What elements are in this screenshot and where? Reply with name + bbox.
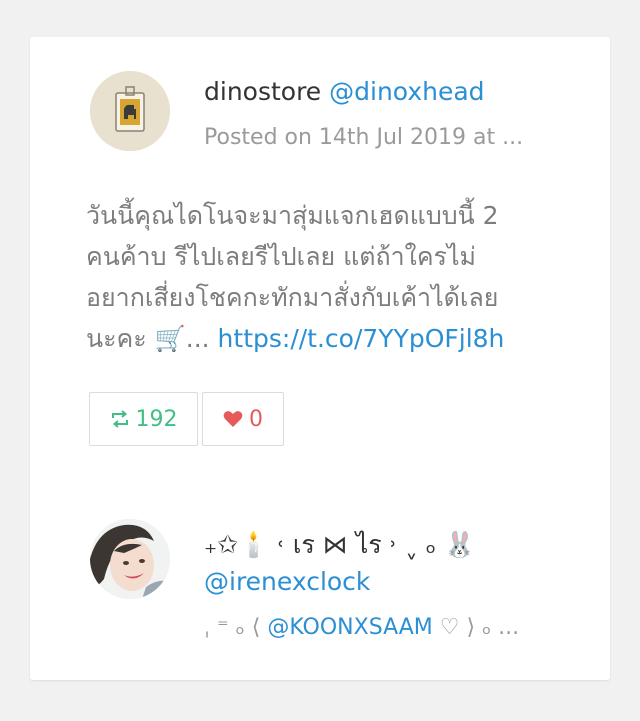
avatar[interactable]	[90, 519, 170, 599]
tweet-body: วันนี้คุณไดโนจะมาสุ่มแจกเฮดแบบนี้ 2 คนค้…	[86, 195, 556, 359]
tweet-body-line: วันนี้คุณไดโนจะมาสุ่มแจกเฮดแบบนี้ 2	[86, 201, 499, 230]
heart-icon	[223, 410, 243, 428]
avatar[interactable]	[90, 71, 170, 151]
bio-prefix: ˌ ⁼ ₒ ⟨	[204, 615, 261, 640]
retweet-button[interactable]: 192	[89, 392, 198, 446]
dino-badge-avatar-icon	[90, 71, 170, 151]
bio-mention-link[interactable]: @KOONXSAAM	[267, 615, 432, 640]
post-timestamp: Posted on 14th Jul 2019 at ...	[204, 125, 524, 150]
user-bio: ˌ ⁼ ₒ ⟨ @KOONXSAAM ♡ ⟩ ₒ ...	[204, 615, 519, 640]
tweet-author: dinostore @dinoxhead	[204, 77, 485, 106]
tweet-link[interactable]: https://t.co/7YYpOFjl8h	[218, 324, 505, 353]
tweet-body-line: คนค้าบ รีไปเลยรีไปเลย แต่ถ้าใครไม่	[86, 242, 477, 271]
user-feed-card: dinostore @dinoxhead Posted on 14th Jul …	[30, 37, 610, 680]
tweet-body-last-text: นะคะ 🛒...	[86, 324, 210, 353]
display-name[interactable]: ₊✩🕯️ ˓ เร ⋈ ไร ˒ ˬ ₒ 🐰	[204, 525, 475, 565]
profile-photo-icon	[90, 519, 170, 599]
tweet-body-line: อยากเสี่ยงโชคกะทักมาสั่งกับเค้าได้เลย	[86, 283, 499, 312]
display-name[interactable]: dinostore	[204, 77, 321, 106]
retweet-count: 192	[135, 406, 178, 432]
like-button[interactable]: 0	[202, 392, 284, 446]
user-handle[interactable]: @irenexclock	[204, 567, 370, 596]
user-handle[interactable]: @dinoxhead	[329, 77, 484, 106]
bio-suffix: ♡ ⟩ ₒ ...	[439, 615, 520, 640]
retweet-icon	[110, 410, 130, 428]
tweet-body-line: นะคะ 🛒... https://t.co/7YYpOFjl8h	[86, 318, 556, 359]
like-count: 0	[249, 406, 263, 432]
